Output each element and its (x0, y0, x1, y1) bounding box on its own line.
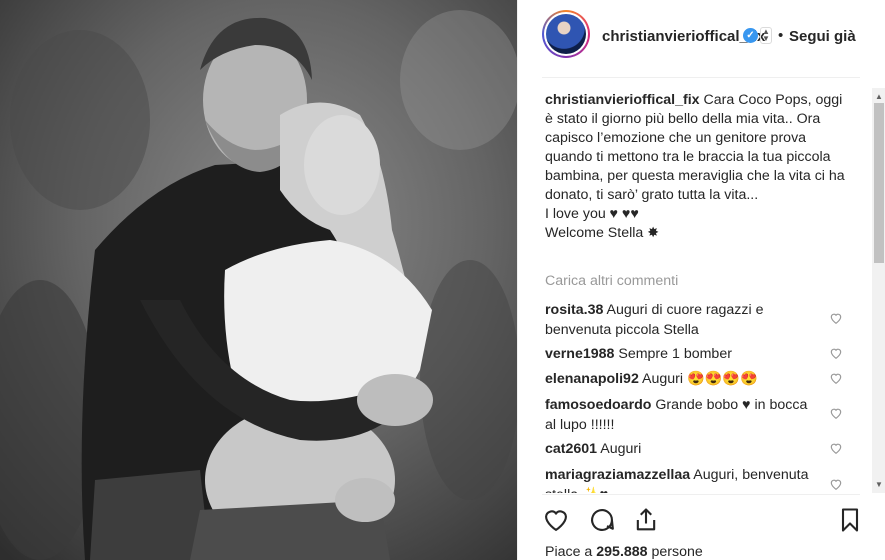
post-header: christianvierioffical_fix ✓ ▲ ▼ • Segui g… (518, 0, 885, 72)
avatar-image (546, 14, 586, 54)
likes-number: 295.888 (596, 544, 648, 560)
comment-item: mariagraziamazzellaa Auguri, benvenuta s… (545, 466, 820, 493)
comment-text: Auguri 😍😍😍😍 (642, 371, 758, 387)
comment-like-heart-icon[interactable] (829, 311, 843, 325)
comments-scrollbar[interactable]: ▲ ▼ (872, 88, 885, 493)
comment-item: elenanapoli92 Auguri 😍😍😍😍 (545, 370, 820, 390)
bookmark-icon[interactable] (836, 506, 864, 534)
comment-like-heart-icon[interactable] (829, 477, 843, 491)
divider (542, 494, 860, 495)
likes-prefix: Piace a (545, 544, 593, 560)
header-separator: • (778, 27, 784, 44)
post-details-panel: christianvierioffical_fix ✓ ▲ ▼ • Segui g… (517, 0, 885, 560)
caption-line-love: I love you ♥ ♥♥ (545, 206, 639, 222)
comment-item: cat2601 Auguri (545, 440, 820, 460)
comments-list: christianvierioffical_fix Cara Coco Pops… (518, 88, 885, 493)
comment-icon[interactable] (588, 506, 616, 534)
header-username-link[interactable]: christianvierioffical_fix (602, 28, 765, 45)
scroll-up-arrow-icon[interactable]: ▲ (875, 92, 883, 101)
likes-suffix: persone (651, 544, 703, 560)
comment-username-link[interactable]: verne1988 (545, 346, 614, 362)
comment-like-heart-icon[interactable] (829, 441, 843, 455)
load-more-comments-button[interactable]: Carica altri commenti (545, 273, 678, 289)
comment-item: verne1988 Sempre 1 bomber (545, 345, 820, 365)
comment-like-heart-icon[interactable] (829, 346, 843, 360)
divider (542, 77, 860, 78)
likes-count[interactable]: Piace a 295.888 persone (545, 544, 703, 560)
post-actions-bar (518, 500, 885, 540)
comment-text: Auguri (600, 441, 642, 457)
comment-username-link[interactable]: elenanapoli92 (545, 371, 639, 387)
comment-item: famosoedoardo Grande bobo ♥ in bocca al … (545, 396, 820, 435)
caption-username-link[interactable]: christianvierioffical_fix (545, 92, 700, 108)
comment-text: Sempre 1 bomber (618, 346, 732, 362)
comment-username-link[interactable]: famosoedoardo (545, 397, 651, 413)
scrollbar-thumb[interactable] (874, 103, 884, 263)
follow-button[interactable]: Segui già (789, 28, 856, 45)
share-icon[interactable] (632, 506, 660, 534)
comment-like-heart-icon[interactable] (829, 371, 843, 385)
comment-username-link[interactable]: rosita.38 (545, 302, 603, 318)
avatar-ring (544, 12, 588, 56)
photo-artwork (0, 0, 517, 560)
comment-item: rosita.38 Auguri di cuore ragazzi e benv… (545, 301, 820, 340)
post-caption: christianvierioffical_fix Cara Coco Pops… (545, 91, 853, 243)
scroll-down-arrow-icon[interactable]: ▼ (875, 480, 883, 489)
caption-text: Cara Coco Pops, oggi è stato il giorno p… (545, 92, 845, 203)
heart-icon[interactable] (542, 506, 570, 534)
comment-like-heart-icon[interactable] (829, 406, 843, 420)
caption-line-welcome: Welcome Stella ✸ (545, 225, 660, 241)
post-photo (0, 0, 517, 560)
comment-username-link[interactable]: mariagraziamazzellaa (545, 467, 690, 483)
chevron-updown-icon[interactable]: ▲ ▼ (760, 27, 772, 44)
comment-username-link[interactable]: cat2601 (545, 441, 597, 457)
avatar[interactable] (542, 10, 590, 58)
verified-badge-icon: ✓ (743, 28, 758, 43)
